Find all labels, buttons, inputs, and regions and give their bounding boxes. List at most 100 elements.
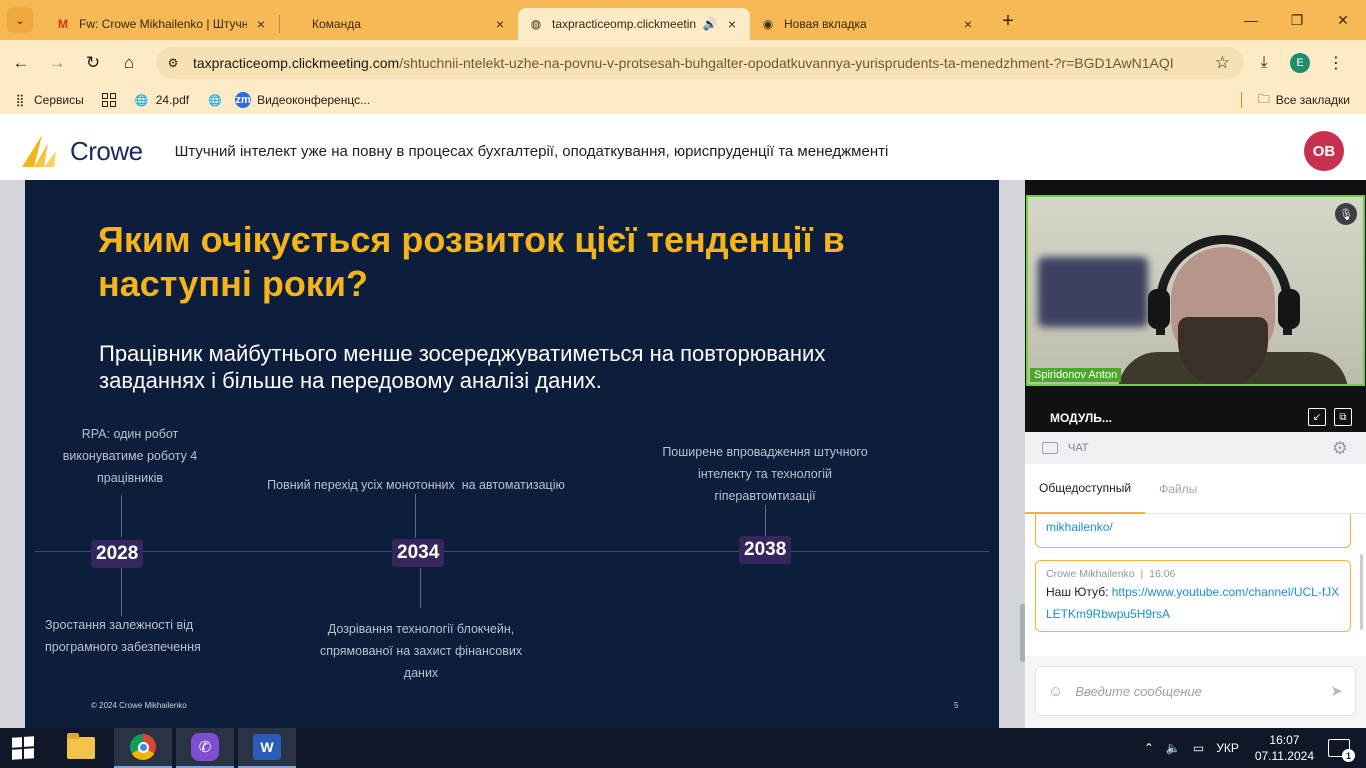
message-input[interactable] xyxy=(1075,683,1306,699)
reload-button[interactable]: ↻ xyxy=(76,46,110,80)
tab-team[interactable]: Команда × xyxy=(280,8,518,40)
web-icon: ◍ xyxy=(530,17,542,31)
message-author: Crowe Mikhailenko xyxy=(1046,568,1135,580)
profile-avatar[interactable]: E xyxy=(1290,53,1310,73)
tab-title: Команда xyxy=(312,17,361,31)
send-icon[interactable]: ➤ xyxy=(1330,682,1343,700)
browser-tabstrip: ⌄ M Fw: Crowe Mikhailenko | Штучн × Кома… xyxy=(0,0,1366,40)
tab-files[interactable]: Файлы xyxy=(1145,464,1211,514)
crowe-logo: Crowe xyxy=(20,133,143,169)
speaker-icon[interactable]: 🔊 xyxy=(702,17,718,31)
close-icon[interactable]: × xyxy=(492,16,508,32)
taskbar-word[interactable]: W xyxy=(238,728,296,768)
taskbar-viber[interactable]: ✆ xyxy=(176,728,234,768)
tab-clickmeeting[interactable]: ◍ taxpracticeomp.clickmeeting 🔊 × xyxy=(518,8,750,40)
close-icon[interactable]: × xyxy=(253,16,269,32)
clock-time: 16:07 xyxy=(1269,733,1300,747)
new-tab-button[interactable]: + xyxy=(994,7,1022,35)
module-icons: ↙ ⧉ xyxy=(1308,408,1352,426)
forward-button[interactable]: → xyxy=(40,46,74,80)
home-button[interactable]: ⌂ xyxy=(112,46,146,80)
download-icon[interactable]: ⤓ xyxy=(1246,45,1282,81)
close-window-icon[interactable]: ✕ xyxy=(1320,0,1366,40)
bookmark-services[interactable]: ⣿ Сервисы xyxy=(12,92,84,108)
minimize-icon[interactable]: — xyxy=(1228,0,1274,40)
message-text: Наш Ютуб: xyxy=(1046,585,1112,599)
tab-title: taxpracticeomp.clickmeeting xyxy=(552,17,696,31)
windows-taskbar: ✆ W ⌃ 🔈 ▭ УКР 16:07 07.11.2024 1 xyxy=(0,728,1366,768)
close-icon[interactable]: × xyxy=(960,16,976,32)
notification-icon[interactable]: 1 xyxy=(1328,739,1355,762)
bookmark-pdf[interactable]: 🌐 24.pdf xyxy=(134,92,189,108)
note-rpa: RPA: один робот виконуватиме роботу 4 пр… xyxy=(62,427,198,485)
slide-subtitle: Працівник майбутнього менше зосереджуват… xyxy=(99,341,826,393)
battery-icon[interactable]: ▭ xyxy=(1193,741,1204,755)
side-panel: 🎙 Spiridonov Anton МОДУЛЬ... ↙ ⧉ ЧАТ ⚙ О… xyxy=(1025,180,1366,728)
language-indicator[interactable]: УКР xyxy=(1216,741,1239,755)
start-button[interactable] xyxy=(0,728,46,768)
restore-icon[interactable]: ❐ xyxy=(1274,0,1320,40)
volume-icon[interactable]: 🔈 xyxy=(1166,741,1181,755)
url-text[interactable]: taxpracticeomp.clickmeeting.com/shtuchni… xyxy=(193,55,1173,71)
participant-video[interactable]: 🎙 Spiridonov Anton xyxy=(1026,195,1365,386)
module-bar: МОДУЛЬ... ↙ ⧉ xyxy=(1025,404,1366,432)
slide-copyright: © 2024 Crowe Mikhailenko xyxy=(91,701,187,710)
taskbar-explorer[interactable] xyxy=(52,728,110,768)
windows-icon xyxy=(12,736,34,760)
popout-icon[interactable]: ⧉ xyxy=(1334,408,1352,426)
globe-icon: 🌐 xyxy=(134,94,149,107)
bookmark-separator xyxy=(1240,92,1242,108)
folder-icon xyxy=(67,733,95,759)
all-bookmarks[interactable]: 🗀 Все закладки xyxy=(1240,86,1350,114)
note-transition: Повний перехід усіх монотонних на автома… xyxy=(267,478,565,492)
message-link[interactable]: mikhailenko/ xyxy=(1046,520,1113,534)
chrome-icon: ◉ xyxy=(762,17,774,31)
module-label[interactable]: МОДУЛЬ... xyxy=(1050,411,1112,425)
chat-tabs: Общедоступный Файлы xyxy=(1025,464,1366,514)
microphone-icon[interactable]: 🎙 xyxy=(1335,203,1357,225)
emoji-icon[interactable]: ☺ xyxy=(1048,683,1063,700)
timeline-connector xyxy=(415,494,416,538)
back-button[interactable]: ← xyxy=(4,46,38,80)
bookmark-globe[interactable]: 🌐 xyxy=(207,92,229,108)
folder-icon: 🗀 xyxy=(1257,91,1270,106)
address-bar[interactable]: ⚙ taxpracticeomp.clickmeeting.com/shtuch… xyxy=(156,47,1244,79)
tab-search-button[interactable]: ⌄ xyxy=(7,7,33,33)
toolbar-right: ⤓ E ⋮ xyxy=(1246,40,1366,86)
timeline-connector xyxy=(765,505,766,537)
video-area: 🎙 Spiridonov Anton МОДУЛЬ... ↙ ⧉ xyxy=(1025,180,1366,432)
chat-scrollbar[interactable] xyxy=(1360,554,1363,630)
globe-icon: 🌐 xyxy=(208,94,222,107)
window-controls: — ❐ ✕ xyxy=(1228,0,1366,40)
chat-header: ЧАТ ⚙ xyxy=(1025,432,1366,464)
taskbar-chrome[interactable] xyxy=(114,728,172,768)
note-blockchain: Дозрівання технології блокчейн, спрямова… xyxy=(319,622,523,680)
slide-page-number: 5 xyxy=(954,701,959,710)
site-settings-icon[interactable]: ⚙ xyxy=(159,49,187,77)
tab-public[interactable]: Общедоступный xyxy=(1025,464,1146,514)
timeline-axis xyxy=(35,551,989,552)
apps-icon: ⣿ xyxy=(15,93,25,107)
slide-title: Яким очікується розвиток цієї тенденції … xyxy=(98,219,845,304)
timeline-connector xyxy=(420,568,421,608)
year-2038: 2038 xyxy=(739,536,792,564)
participant-name: Spiridonov Anton xyxy=(1030,368,1122,382)
tab-new[interactable]: ◉ Новая вкладка × xyxy=(750,8,986,40)
word-icon: W xyxy=(253,734,281,760)
timeline-connector xyxy=(121,495,122,537)
notification-count: 1 xyxy=(1342,749,1355,762)
close-icon[interactable]: × xyxy=(724,16,740,32)
browser-toolbar: ← → ↻ ⌂ ⚙ taxpracticeomp.clickmeeting.co… xyxy=(0,40,1366,86)
tab-gmail[interactable]: M Fw: Crowe Mikhailenko | Штучн × xyxy=(45,8,279,40)
menu-icon[interactable]: ⋮ xyxy=(1318,45,1354,81)
chevron-up-icon[interactable]: ⌃ xyxy=(1144,741,1154,755)
grid-icon[interactable] xyxy=(101,93,116,107)
user-avatar[interactable]: OB xyxy=(1304,131,1344,171)
viber-icon: ✆ xyxy=(191,733,219,761)
shrink-icon[interactable]: ↙ xyxy=(1308,408,1326,426)
bookmark-star-icon[interactable]: ☆ xyxy=(1215,53,1230,73)
bookmark-zoom[interactable]: zm Видеоконференцс... xyxy=(235,92,370,108)
clock[interactable]: 16:07 07.11.2024 xyxy=(1255,732,1314,764)
gear-icon[interactable]: ⚙ xyxy=(1332,438,1348,459)
zoom-icon: zm xyxy=(235,92,252,108)
